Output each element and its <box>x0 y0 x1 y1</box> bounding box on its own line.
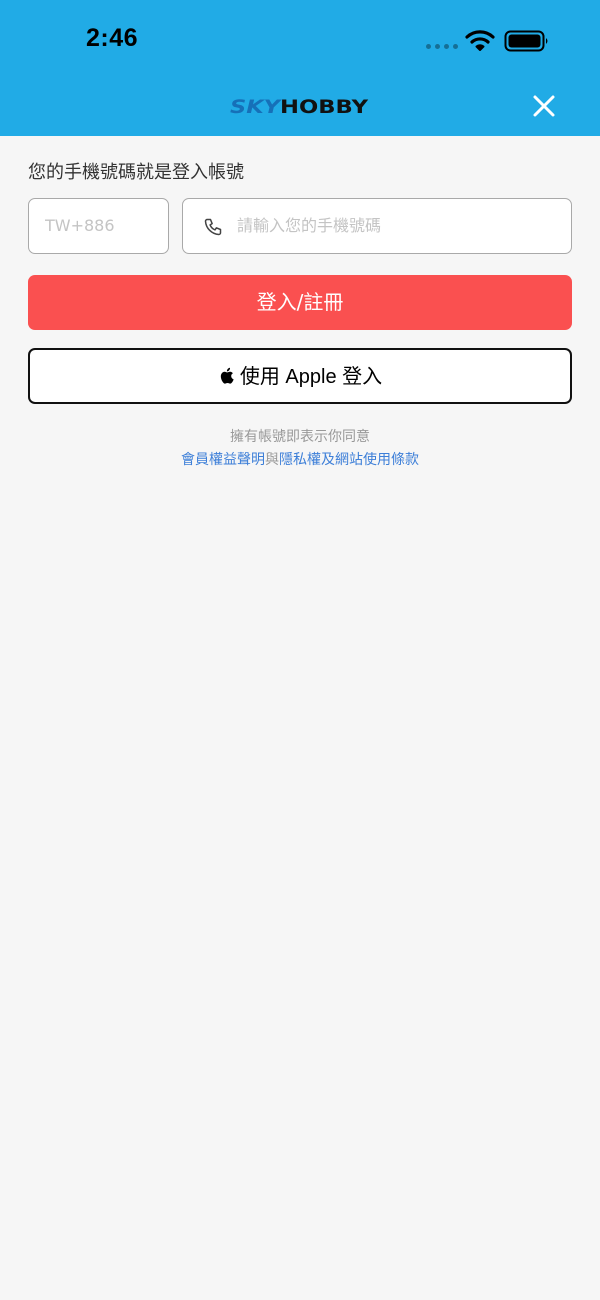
cellular-signal-icon <box>426 44 458 50</box>
skyhobby-logo: SKY HOBBY <box>230 96 368 118</box>
apple-icon <box>220 367 234 384</box>
phone-number-field[interactable] <box>182 198 572 254</box>
close-icon[interactable] <box>528 90 560 122</box>
svg-text:SKY: SKY <box>230 96 283 118</box>
country-code-input[interactable] <box>43 215 162 236</box>
privacy-terms-link[interactable]: 隱私權及網站使用條款 <box>279 452 419 468</box>
terms-links: 會員權益聲明與隱私權及網站使用條款 <box>28 449 572 472</box>
terms-notice-text: 擁有帳號即表示你同意 <box>230 429 370 445</box>
terms-notice: 擁有帳號即表示你同意 會員權益聲明與隱私權及網站使用條款 <box>28 426 572 472</box>
svg-text:HOBBY: HOBBY <box>280 96 368 118</box>
battery-icon <box>504 30 548 52</box>
terms-conjunction: 與 <box>265 452 279 468</box>
apple-login-label: 使用 Apple 登入 <box>239 366 383 388</box>
phone-number-input[interactable] <box>235 215 559 236</box>
app-header: 2:46 SKY HOBBY <box>0 0 600 136</box>
login-prompt: 您的手機號碼就是登入帳號 <box>28 162 244 183</box>
member-rights-link[interactable]: 會員權益聲明 <box>181 452 265 468</box>
country-code-field[interactable] <box>28 198 169 254</box>
wifi-icon <box>465 30 495 51</box>
login-register-button[interactable]: 登入/註冊 <box>28 275 572 330</box>
phone-icon <box>204 218 222 236</box>
apple-login-button[interactable]: 使用 Apple 登入 <box>28 348 572 404</box>
status-time: 2:46 <box>86 24 139 52</box>
